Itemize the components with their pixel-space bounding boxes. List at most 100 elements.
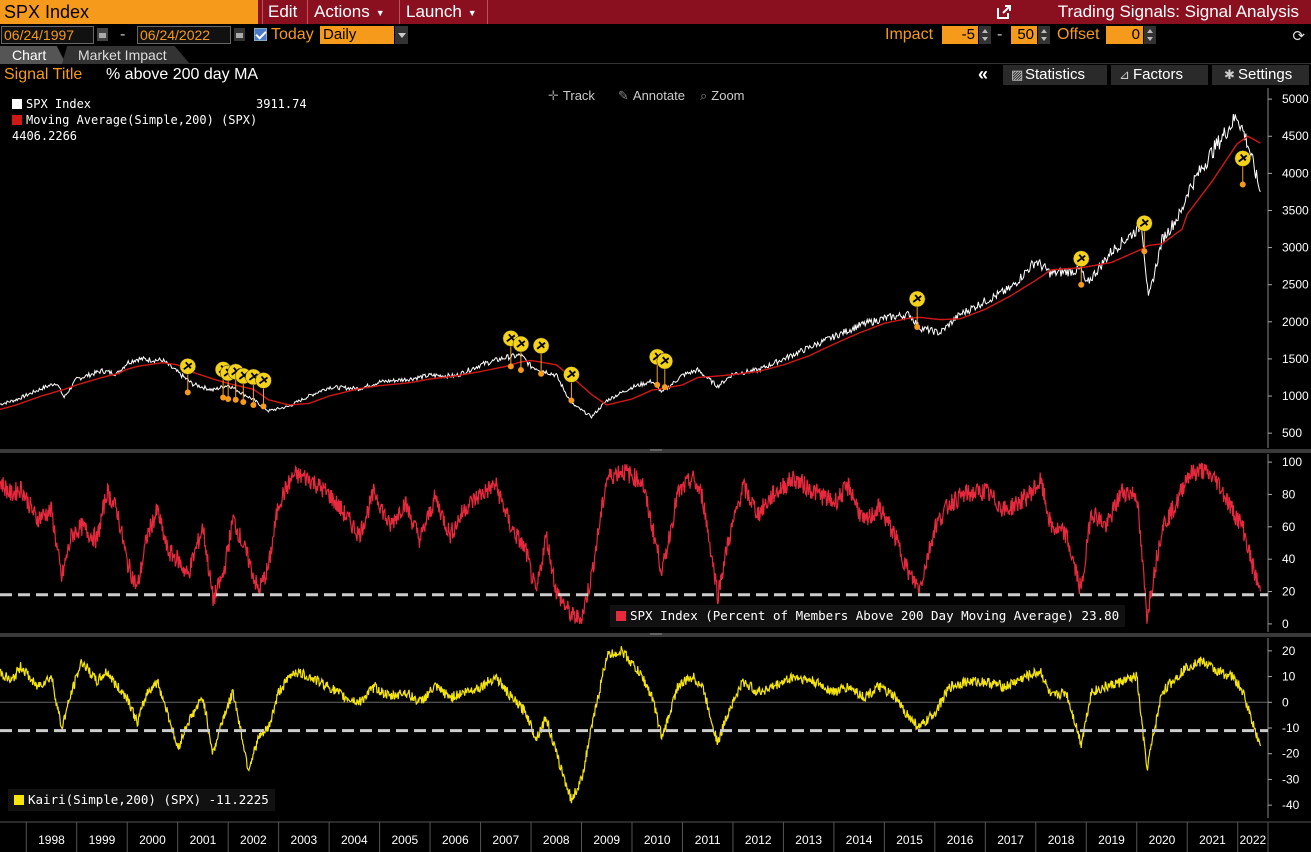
offset-stepper[interactable] [1144,26,1156,44]
signal-point [517,367,524,374]
tab-chart[interactable]: Chart [0,46,66,64]
statistics-button[interactable]: ▨ Statistics [1003,65,1107,85]
today-label: Today [271,26,314,43]
signal-point [250,401,257,408]
kairi-y-tick-label: 10 [1282,670,1296,684]
signal-point [1078,281,1085,288]
frequency-select[interactable]: Daily [320,26,394,44]
end-date-input[interactable]: 06/24/2022 [137,26,231,44]
price-y-tick-label: 2000 [1282,315,1309,329]
price-y-tick-label: 5000 [1282,92,1309,106]
magnifier-icon: ⌕ [700,88,708,103]
x-axis-year-label: 2018 [1048,833,1075,847]
x-axis-year-label: 1999 [89,833,116,847]
price-y-tick-label: 4500 [1282,129,1309,143]
signal-bar: Signal Title % above 200 day MA « ▨ Stati… [0,64,1311,86]
calendar-icon[interactable] [97,28,108,41]
signal-point [914,324,921,331]
signal-point [1239,181,1246,188]
ticker-input[interactable]: SPX Index [0,0,258,24]
kairi-y-tick-label: -10 [1282,721,1300,735]
track-tool[interactable]: ✛ Track [548,87,595,105]
menu-separator [399,0,400,24]
legend-name: SPX Index (Percent of Members Above 200 … [630,608,1075,623]
breadth-legend[interactable]: SPX Index (Percent of Members Above 200 … [610,605,1126,627]
legend-value: -11.2225 [208,792,269,807]
menu-actions[interactable]: Actions ▼ [314,0,385,24]
x-axis-year-label: 2014 [846,833,873,847]
tab-market-impact[interactable]: Market Impact [62,46,190,64]
external-launch-icon[interactable] [995,3,1013,21]
legend-name: Kairi(Simple,200) (SPX) [28,792,202,807]
dropdown-arrow-icon[interactable] [395,26,408,44]
x-axis-year-label: 2021 [1199,833,1226,847]
calendar-icon[interactable] [234,28,245,41]
signal-point [1141,248,1148,255]
x-axis-year-label: 2011 [695,833,721,847]
offset-input[interactable]: 0 [1106,26,1143,44]
signal-point [240,398,247,405]
legend-item-ma[interactable]: Moving Average(Simple,200) (SPX) 4406.22… [12,112,322,144]
x-axis-year-label: 2001 [190,833,217,847]
kairi-y-tick-label: -40 [1282,798,1300,812]
impact-start-stepper[interactable] [979,26,991,44]
price-legend: SPX Index 3911.74 Moving Average(Simple,2… [12,96,322,144]
refresh-icon[interactable]: ⟳ [1292,27,1305,45]
factors-button[interactable]: ⊿ Factors [1111,65,1208,85]
date-range-bar: 06/24/1997 - 06/24/2022 Today Daily Impa… [0,24,1311,46]
factors-icon: ⊿ [1119,67,1130,82]
offset-label: Offset [1057,26,1100,43]
today-checkbox[interactable] [254,28,267,41]
start-date-input[interactable]: 06/24/1997 [1,26,94,44]
breadth-y-tick-label: 60 [1282,520,1296,534]
x-axis-year-label: 2012 [745,833,772,847]
breadth-y-tick-label: 0 [1282,617,1289,631]
legend-value: 23.80 [1081,608,1120,623]
settings-button[interactable]: ✱ Settings [1212,65,1309,85]
chart-canvas[interactable]: 500100015002000250030003500400045005000 … [0,86,1311,852]
legend-item-spx[interactable]: SPX Index 3911.74 [12,96,322,112]
signal-point [654,381,661,388]
signal-point [661,384,668,391]
x-axis-year-label: 2022 [1240,833,1267,847]
menu-separator [307,0,308,24]
chart-area[interactable]: 500 1000 1500 2000 2500 3000 3500 4000 4500 5000 … [0,86,1311,852]
caret-down-icon: ▼ [375,7,385,18]
impact-end-stepper[interactable] [1038,26,1050,44]
legend-swatch [14,795,24,805]
settings-label: Settings [1238,66,1293,83]
app-title: Trading Signals: Signal Analysis [1057,2,1299,21]
crosshair-icon: ✛ [548,88,559,103]
collapse-panel-icon[interactable]: « [978,64,988,85]
price-y-tick-label: 3500 [1282,203,1309,217]
breadth-y-tick-label: 20 [1282,585,1296,599]
menu-edit[interactable]: Edit [268,0,297,24]
signal-point [225,396,232,403]
x-axis-year-label: 1998 [38,833,65,847]
price-y-tick-label: 500 [1282,426,1302,440]
kairi-legend[interactable]: Kairi(Simple,200) (SPX) -11.2225 [8,789,275,811]
impact-end-input[interactable]: 50 [1011,26,1037,44]
menu-edit-label: Edit [268,2,298,21]
impact-label: Impact [885,26,934,43]
breadth-y-tick-label: 100 [1282,455,1302,469]
x-axis-year-label: 2002 [240,833,267,847]
zoom-label: Zoom [711,88,745,103]
tab-bar: Chart Market Impact [0,46,1311,64]
impact-start-input[interactable]: -5 [942,26,978,44]
date-separator: - [120,26,126,43]
legend-swatch [616,611,626,621]
menu-launch[interactable]: Launch ▼ [406,0,477,24]
x-axis-year-label: 2016 [947,833,974,847]
menu-separator [262,0,263,24]
zoom-tool[interactable]: ⌕ Zoom [700,87,745,105]
kairi-y-tick-label: -30 [1282,772,1300,786]
annotate-tool[interactable]: ✎ Annotate [618,87,685,105]
price-y-tick-label: 4000 [1282,166,1309,180]
x-axis-year-label: 2015 [896,833,923,847]
title-bar: SPX Index Edit Actions ▼ Launch ▼ Trading … [0,0,1311,24]
signal-title-value[interactable]: % above 200 day MA [106,66,258,84]
signal-point [184,389,191,396]
signal-point [220,394,227,401]
x-axis-year-label: 2019 [1098,833,1125,847]
